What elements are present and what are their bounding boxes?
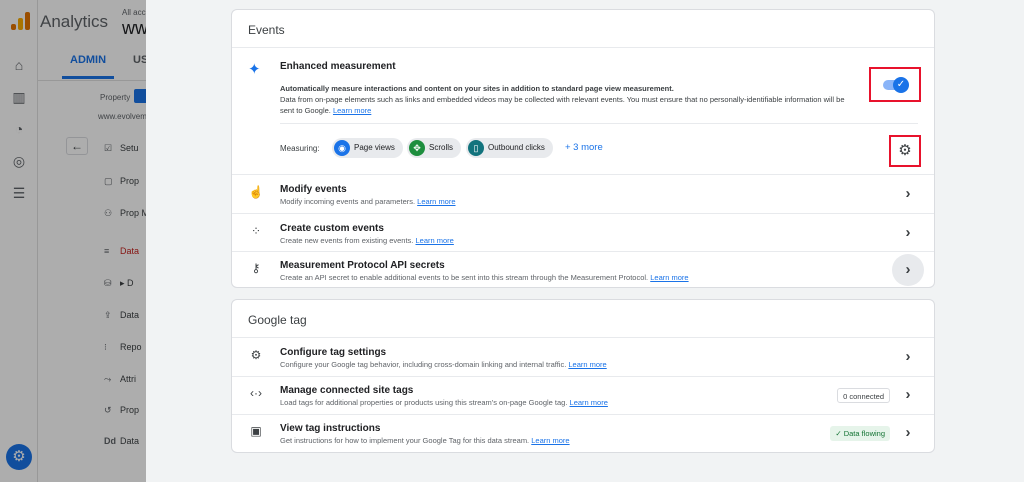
row-description: Load tags for additional properties or p… [280, 398, 608, 407]
mouse-icon: ▯ [468, 140, 484, 156]
enhanced-measurement-note: Data from on-page elements such as links… [280, 95, 845, 115]
measuring-label: Measuring: [280, 144, 320, 153]
stream-details-panel: Events ✦ Enhanced measurement Automatica… [146, 0, 1024, 482]
chevron-right-icon[interactable]: › [892, 254, 924, 286]
learn-more-link[interactable]: Learn more [416, 236, 454, 245]
events-card-title: Events [248, 23, 285, 37]
tag-settings-icon: ⚙ [250, 348, 262, 362]
code-box-icon: ▣ [250, 424, 262, 438]
chevron-right-icon[interactable]: › [896, 345, 920, 369]
key-icon: ⚷ [251, 261, 261, 275]
create-custom-events-row[interactable]: ⁘ Create custom events Create new events… [232, 214, 934, 252]
row-title: Create custom events [280, 223, 384, 234]
manage-connected-site-tags-row[interactable]: ‹·› Manage connected site tags Load tags… [232, 376, 934, 414]
enhanced-measurement-settings-gear-icon[interactable]: ⚙ [889, 135, 921, 167]
click-sparkle-icon: ⁘ [250, 224, 262, 238]
connected-count-badge: 0 connected [837, 388, 890, 403]
learn-more-link[interactable]: Learn more [568, 360, 606, 369]
google-tag-card: Google tag ⚙ Configure tag settings Conf… [231, 299, 935, 453]
row-title: Configure tag settings [280, 347, 387, 358]
learn-more-link[interactable]: Learn more [333, 106, 371, 115]
learn-more-link[interactable]: Learn more [417, 197, 455, 206]
chevron-right-icon[interactable]: › [896, 383, 920, 407]
sparkle-icon: ✦ [248, 61, 261, 78]
view-tag-instructions-row[interactable]: ▣ View tag instructions Get instructions… [232, 414, 934, 452]
measurement-protocol-row[interactable]: ⚷ Measurement Protocol API secrets Creat… [232, 251, 934, 289]
enhanced-measurement-description: Automatically measure interactions and c… [280, 84, 674, 93]
eye-icon: ◉ [334, 140, 350, 156]
chip-page-views: ◉ Page views [332, 138, 403, 158]
row-description: Modify incoming events and parameters. L… [280, 197, 456, 206]
modify-events-row[interactable]: ☝ Modify events Modify incoming events a… [232, 175, 934, 213]
row-title: View tag instructions [280, 423, 381, 434]
touch-icon: ☝ [248, 185, 264, 199]
row-description: Create new events from existing events. … [280, 236, 454, 245]
enhanced-measurement-toggle-highlight: ✓ [869, 67, 921, 102]
configure-tag-settings-row[interactable]: ⚙ Configure tag settings Configure your … [232, 338, 934, 376]
google-tag-card-title: Google tag [248, 313, 307, 327]
row-description: Configure your Google tag behavior, incl… [280, 360, 607, 369]
chevron-right-icon[interactable]: › [896, 421, 920, 445]
more-events-link[interactable]: + 3 more [565, 142, 603, 153]
chevron-right-icon[interactable]: › [896, 221, 920, 245]
row-description: Create an API secret to enable additiona… [280, 273, 689, 282]
row-title: Measurement Protocol API secrets [280, 260, 445, 271]
scrim-overlay[interactable] [0, 0, 146, 482]
chip-scrolls: ✥ Scrolls [407, 138, 462, 158]
row-description: Get instructions for how to implement yo… [280, 436, 570, 445]
move-icon: ✥ [409, 140, 425, 156]
row-title: Modify events [280, 184, 347, 195]
learn-more-link[interactable]: Learn more [650, 273, 688, 282]
row-title: Manage connected site tags [280, 385, 414, 396]
chip-outbound-clicks: ▯ Outbound clicks [466, 138, 553, 158]
enhanced-measurement-title: Enhanced measurement [280, 61, 396, 72]
events-card: Events ✦ Enhanced measurement Automatica… [231, 9, 935, 288]
divider [232, 47, 934, 48]
divider [280, 123, 918, 124]
check-icon[interactable]: ✓ [893, 77, 909, 93]
code-arrows-icon: ‹·› [250, 386, 262, 400]
data-flowing-badge: ✓ Data flowing [830, 426, 890, 441]
check-icon: ✓ [835, 429, 844, 438]
chevron-right-icon[interactable]: › [896, 182, 920, 206]
learn-more-link[interactable]: Learn more [570, 398, 608, 407]
learn-more-link[interactable]: Learn more [531, 436, 569, 445]
